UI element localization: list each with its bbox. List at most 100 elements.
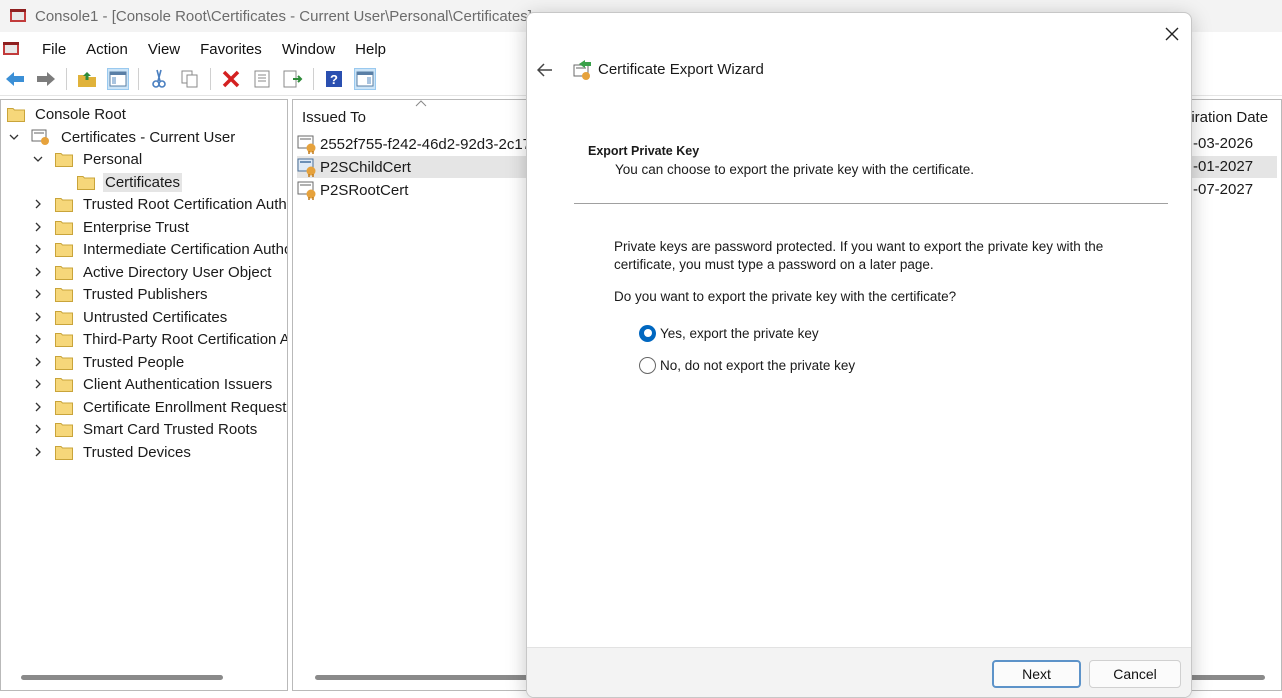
tree-node-folder[interactable]: Enterprise Trust	[31, 216, 191, 238]
copy-icon[interactable]	[179, 68, 201, 90]
chevron-right-icon[interactable]	[31, 197, 45, 211]
private-key-description: Private keys are password protected. If …	[614, 239, 1104, 272]
chevron-down-icon[interactable]	[31, 152, 45, 166]
tree-label: Trusted Devices	[83, 443, 191, 461]
radio-label: No, do not export the private key	[660, 357, 856, 373]
radio-selected-icon[interactable]	[639, 324, 656, 342]
help-icon[interactable]: ?	[323, 68, 345, 90]
tree-node-folder[interactable]: Smart Card Trusted Roots	[31, 418, 259, 440]
tree-label: Smart Card Trusted Roots	[83, 420, 258, 438]
chevron-right-icon[interactable]	[31, 242, 45, 256]
show-hide-tree-icon[interactable]	[107, 67, 129, 90]
tree-node-certificates[interactable]: Certificates	[77, 171, 183, 193]
tree-node-personal[interactable]: Personal	[31, 148, 144, 170]
chevron-right-icon[interactable]	[31, 355, 45, 369]
chevron-down-icon[interactable]	[7, 130, 21, 144]
certificate-icon	[297, 135, 316, 154]
up-folder-icon[interactable]	[76, 68, 98, 90]
console-tree-pane[interactable]: Console Root Certificates - Current User…	[0, 99, 288, 691]
expiration-date: -03-2026	[1193, 135, 1254, 152]
tree-node-folder[interactable]: Trusted Devices	[31, 441, 193, 463]
export-question: Do you want to export the private key wi…	[614, 289, 957, 304]
next-button[interactable]: Next	[992, 660, 1081, 688]
tree-label: Trusted Root Certification Autho	[83, 195, 288, 213]
window-title: Console1 - [Console Root\Certificates - …	[35, 7, 532, 25]
chevron-right-icon[interactable]	[31, 220, 45, 234]
chevron-right-icon[interactable]	[31, 265, 45, 279]
cancel-button[interactable]: Cancel	[1089, 660, 1181, 688]
tree-label: Personal	[83, 150, 143, 168]
forward-arrow-icon[interactable]	[35, 68, 57, 90]
tree-horizontal-scrollbar[interactable]	[21, 675, 223, 680]
tree-label: Trusted Publishers	[83, 285, 208, 303]
radio-export-private-key-no[interactable]: No, do not export the private key	[639, 355, 855, 375]
folder-icon	[55, 400, 73, 415]
certificate-row[interactable]: P2SRootCert	[297, 179, 408, 201]
menu-file[interactable]: File	[32, 41, 76, 58]
certificate-row[interactable]: 2552f755-f242-46d2-92d3-2c17	[297, 133, 531, 155]
tree-node-console-root[interactable]: Console Root	[7, 103, 128, 125]
certificate-name: P2SChildCert	[320, 158, 411, 176]
folder-icon	[55, 265, 73, 280]
folder-icon	[55, 355, 73, 370]
menu-action[interactable]: Action	[76, 41, 138, 58]
chevron-right-icon[interactable]	[31, 310, 45, 324]
expiration-date: -01-2027	[1193, 158, 1254, 175]
tree-node-folder[interactable]: Client Authentication Issuers	[31, 373, 274, 395]
menu-help[interactable]: Help	[345, 41, 396, 58]
column-header-expiration-date[interactable]: piration Date	[1183, 109, 1268, 126]
tree-label: Trusted People	[83, 353, 185, 371]
certificate-name: P2SRootCert	[320, 181, 409, 199]
section-heading: Export Private Key	[588, 144, 700, 158]
chevron-right-icon[interactable]	[31, 422, 45, 436]
tree-node-folder[interactable]: Active Directory User Object	[31, 261, 273, 283]
folder-icon	[55, 152, 73, 167]
radio-export-private-key-yes[interactable]: Yes, export the private key	[639, 323, 819, 343]
radio-unselected-icon[interactable]	[639, 356, 656, 374]
folder-icon	[7, 107, 25, 122]
chevron-right-icon[interactable]	[31, 445, 45, 459]
toolbar-separator	[210, 67, 211, 90]
menu-favorites[interactable]: Favorites	[190, 41, 272, 58]
svg-text:?: ?	[330, 72, 338, 87]
certificate-name: 2552f755-f242-46d2-92d3-2c17	[320, 135, 532, 153]
column-header-issued-to[interactable]: Issued To	[302, 109, 366, 126]
tree-label: Certificate Enrollment Requests	[83, 398, 288, 416]
certificate-icon	[297, 181, 316, 200]
tree-label: Client Authentication Issuers	[83, 375, 273, 393]
back-arrow-icon[interactable]	[535, 60, 555, 80]
delete-icon[interactable]	[220, 68, 242, 90]
tree-label: Active Directory User Object	[83, 263, 272, 281]
tree-node-folder[interactable]: Certificate Enrollment Requests	[31, 396, 288, 418]
tree-node-folder[interactable]: Intermediate Certification Autho	[31, 238, 287, 260]
tree-node-folder[interactable]: Untrusted Certificates	[31, 306, 229, 328]
cut-icon[interactable]	[148, 68, 170, 90]
folder-icon	[55, 242, 73, 257]
chevron-right-icon[interactable]	[31, 377, 45, 391]
properties-icon[interactable]	[251, 68, 273, 90]
tree-node-certificates-current-user[interactable]: Certificates - Current User	[7, 126, 237, 148]
tree-node-folder[interactable]: Trusted Root Certification Autho	[31, 193, 288, 215]
tree-node-folder[interactable]: Third-Party Root Certification Au	[31, 328, 287, 350]
close-icon[interactable]	[1161, 23, 1183, 45]
tree-node-folder[interactable]: Trusted Publishers	[31, 283, 210, 305]
folder-icon	[55, 310, 73, 325]
folder-icon	[55, 377, 73, 392]
expiration-date: -07-2027	[1193, 181, 1254, 198]
folder-icon	[55, 422, 73, 437]
header-divider	[574, 203, 1168, 204]
console-menu-icon[interactable]	[2, 39, 22, 59]
tree-label: Certificates	[103, 172, 183, 192]
tree-node-folder[interactable]: Trusted People	[31, 351, 186, 373]
tree-label: Untrusted Certificates	[83, 308, 228, 326]
toolbar-separator	[313, 67, 314, 90]
chevron-right-icon[interactable]	[31, 400, 45, 414]
chevron-right-icon[interactable]	[31, 287, 45, 301]
menu-view[interactable]: View	[138, 41, 190, 58]
section-subheading: You can choose to export the private key…	[615, 162, 974, 177]
chevron-right-icon[interactable]	[31, 332, 45, 346]
back-arrow-icon[interactable]	[4, 68, 26, 90]
export-list-icon[interactable]	[282, 68, 304, 90]
menu-window[interactable]: Window	[272, 41, 345, 58]
action-pane-icon[interactable]	[354, 67, 376, 90]
